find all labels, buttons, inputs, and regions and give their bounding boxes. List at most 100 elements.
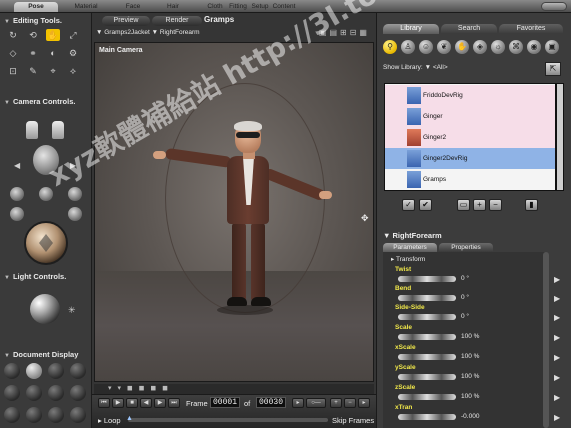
display-style-texture-icon[interactable] [4, 407, 20, 423]
room-tab-setup[interactable]: Setup [250, 2, 270, 12]
3d-viewport[interactable]: Main Camera ✥ [94, 42, 374, 382]
dial-scale[interactable]: Scale 100 % [395, 324, 545, 342]
stop-button[interactable]: ■ [126, 398, 138, 408]
scale-camera-icon[interactable] [10, 207, 24, 221]
display-style-flat-icon[interactable] [26, 385, 42, 401]
actor-menu-arrow-icon[interactable]: ▼ [152, 29, 160, 36]
remove-from-library-icon[interactable]: − [489, 199, 502, 211]
camera-controls-title[interactable]: ▼ Camera Controls. [4, 97, 75, 106]
camera-trackball[interactable] [24, 221, 68, 265]
room-tab-face[interactable]: Face [116, 2, 150, 12]
room-tab-content[interactable]: Content [271, 2, 297, 12]
grab-tool-icon[interactable]: ✋ [46, 29, 60, 41]
list-item[interactable]: FriddoDevRig [385, 85, 555, 106]
dial-menu-arrow-icon[interactable]: ▶ [554, 294, 562, 303]
cameras-category-icon[interactable]: ⌘ [509, 40, 523, 54]
dial-bend[interactable]: Bend 0 ° [395, 285, 545, 303]
display-style-wireframe-icon[interactable] [48, 363, 64, 379]
viewport-bottom-bar[interactable]: ▾ ▾ ◼ ◼ ◼ ◼ [94, 384, 374, 394]
window-controls[interactable] [541, 2, 567, 11]
delete-key-button[interactable]: − [344, 398, 356, 408]
display-style-shaded-icon[interactable] [26, 407, 42, 423]
tab-properties[interactable]: Properties [439, 243, 493, 252]
grouping-tool-icon[interactable]: ⌖ [46, 65, 60, 77]
actor-selector[interactable]: RightForearm [160, 29, 200, 36]
collapse-triangle-icon[interactable]: ▼ [383, 231, 393, 240]
figure-left-shoe[interactable] [227, 297, 247, 306]
poses-category-icon[interactable]: ♙ [401, 40, 415, 54]
list-item[interactable]: Ginger [385, 106, 555, 127]
list-item[interactable]: Gramps [385, 169, 555, 190]
display-style-hidden-line-icon[interactable] [70, 363, 86, 379]
move-xy-control-icon[interactable] [68, 187, 82, 201]
camera-right-arrow-icon[interactable]: ▶ [70, 161, 76, 170]
add-key-button[interactable]: + [330, 398, 342, 408]
library-options-icon[interactable]: ▮ [525, 199, 538, 211]
taper-tool-icon[interactable]: ◇ [6, 47, 20, 59]
dial-xtran[interactable]: xTran -0.000 [395, 404, 545, 422]
face-camera-icon[interactable] [33, 145, 59, 175]
figure-right-hand[interactable] [319, 191, 332, 199]
dial-yscale[interactable]: yScale 100 % [395, 364, 545, 382]
dial-slider[interactable] [398, 314, 456, 320]
dial-twist[interactable]: Twist 0 ° [395, 266, 545, 284]
room-tab-hair[interactable]: Hair [158, 2, 188, 12]
display-style-cartoon-icon[interactable] [48, 385, 64, 401]
dial-menu-arrow-icon[interactable]: ▶ [554, 333, 562, 342]
light-add-icon[interactable]: ✳ [68, 305, 76, 316]
parameters-scrollbar[interactable] [543, 252, 549, 428]
dial-slider[interactable] [398, 394, 456, 400]
right-hand-camera-icon[interactable] [52, 121, 64, 139]
dial-menu-arrow-icon[interactable]: ▶ [554, 313, 562, 322]
tab-library[interactable]: Library [383, 24, 439, 34]
tab-parameters[interactable]: Parameters [383, 243, 437, 252]
room-tab-fitting[interactable]: Fitting [227, 2, 249, 12]
tab-preview[interactable]: Preview [102, 16, 150, 26]
dial-slider[interactable] [398, 295, 456, 301]
left-hand-camera-icon[interactable] [26, 121, 38, 139]
dial-menu-arrow-icon[interactable]: ▶ [554, 373, 562, 382]
tab-search[interactable]: Search [441, 24, 497, 34]
display-style-silhouette-icon[interactable] [4, 363, 20, 379]
prev-frame-button[interactable]: ◀ [140, 398, 152, 408]
room-tab-material[interactable]: Material [66, 2, 106, 12]
dial-xscale[interactable]: xScale 100 % [395, 344, 545, 362]
figure-left-hand[interactable] [153, 151, 166, 159]
display-style-outline-icon[interactable] [26, 363, 42, 379]
dial-value[interactable]: 0 ° [461, 275, 469, 282]
dial-menu-arrow-icon[interactable]: ▶ [554, 393, 562, 402]
dial-value[interactable]: 0 ° [461, 294, 469, 301]
dial-value[interactable]: 100 % [461, 393, 479, 400]
display-style-lined-icon[interactable] [4, 385, 20, 401]
room-tab-cloth[interactable]: Cloth [204, 2, 226, 12]
list-item[interactable]: Ginger2 [385, 127, 555, 148]
expressions-category-icon[interactable]: ☺ [419, 40, 433, 54]
dial-menu-arrow-icon[interactable]: ▶ [554, 413, 562, 422]
hair-category-icon[interactable]: ❦ [437, 40, 451, 54]
color-tool-icon[interactable]: ◐ [46, 47, 60, 59]
display-style-smooth-icon[interactable] [70, 385, 86, 401]
scale-tool-icon[interactable]: ⤢ [66, 29, 80, 41]
library-folder-icon[interactable]: ▭ [457, 199, 470, 211]
dial-value[interactable]: 100 % [461, 373, 479, 380]
camera-left-arrow-icon[interactable]: ◀ [14, 161, 20, 170]
dial-value[interactable]: 100 % [461, 353, 479, 360]
light-sphere[interactable] [30, 294, 60, 324]
tab-render[interactable]: Render [152, 16, 202, 26]
lights-category-icon[interactable]: ☼ [491, 40, 505, 54]
figure-hair[interactable] [234, 121, 262, 131]
apply-library-item-icon[interactable]: ✓ [402, 199, 415, 211]
dial-menu-arrow-icon[interactable]: ▶ [554, 353, 562, 362]
dial-slider[interactable] [398, 276, 456, 282]
twist-tool-icon[interactable]: ⟲ [26, 29, 40, 41]
dial-slider[interactable] [398, 414, 456, 420]
display-style-lit-wireframe-icon[interactable] [48, 407, 64, 423]
roll-camera-icon[interactable] [68, 207, 82, 221]
dial-value[interactable]: 0 ° [461, 313, 469, 320]
figures-category-icon[interactable]: ⚲ [383, 40, 397, 54]
first-frame-button[interactable]: ⏮ [98, 398, 110, 408]
scenes-category-icon[interactable]: ▣ [545, 40, 559, 54]
dial-slider[interactable] [398, 334, 456, 340]
playhead-icon[interactable]: ▲ [126, 415, 133, 422]
move-y-control-icon[interactable] [39, 187, 53, 201]
